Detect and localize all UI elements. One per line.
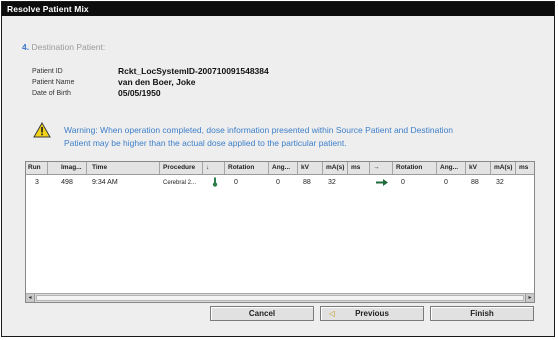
col-angulation-lateral[interactable]: Ang... [438, 162, 466, 174]
table-row[interactable]: 3 498 9:34 AM Cerebral 2... 0 0 88 32 0 … [26, 177, 534, 189]
cell-ms-lateral [518, 177, 533, 189]
cell-run: 3 [35, 179, 39, 186]
cell-kv-lateral: 88 [471, 179, 479, 186]
col-run[interactable]: Run [26, 162, 48, 174]
thermometer-icon [204, 177, 225, 189]
col-kv-lateral[interactable]: kV [467, 162, 491, 174]
scroll-left-icon[interactable]: ◂ [26, 294, 35, 302]
cell-mas-frontal: 32 [328, 179, 336, 186]
cell-rotation-frontal: 0 [234, 179, 238, 186]
cell-kv-frontal: 88 [303, 179, 311, 186]
col-frontal[interactable]: ↓ [204, 162, 225, 174]
col-kv-frontal[interactable]: kV [299, 162, 323, 174]
col-rotation-lateral[interactable]: Rotation [394, 162, 437, 174]
col-angulation-frontal[interactable]: Ang... [270, 162, 298, 174]
runs-table[interactable]: Run Imag... Time Procedure ↓ Rotation An… [25, 161, 535, 303]
patient-name-value: van den Boer, Joke [118, 77, 196, 87]
step-number: 4. [22, 42, 30, 52]
cell-rotation-lateral: 0 [401, 179, 405, 186]
cancel-button[interactable]: Cancel [210, 306, 314, 321]
finish-button[interactable]: Finish [430, 306, 534, 321]
previous-button[interactable]: ◁ Previous [320, 306, 424, 321]
previous-arrow-icon: ◁ [329, 309, 336, 318]
col-mas-lateral[interactable]: mA(s) [492, 162, 516, 174]
cell-mas-lateral: 32 [496, 179, 504, 186]
col-images[interactable]: Imag... [59, 162, 87, 174]
warning-triangle-icon [33, 122, 51, 138]
col-ms-frontal[interactable]: ms [349, 162, 370, 174]
previous-button-label: Previous [355, 309, 389, 318]
scrollbar-thumb[interactable] [36, 295, 524, 301]
dose-warning-text: Warning: When operation completed, dose … [64, 125, 454, 148]
window-title: Resolve Patient Mix [2, 2, 554, 16]
col-mas-frontal[interactable]: mA(s) [324, 162, 348, 174]
horizontal-scrollbar[interactable]: ◂ ▸ [26, 293, 534, 302]
scroll-right-icon[interactable]: ▸ [525, 294, 534, 302]
cell-images: 498 [61, 179, 73, 186]
table-header: Run Imag... Time Procedure ↓ Rotation An… [26, 162, 534, 175]
cell-time: 9:34 AM [92, 179, 118, 186]
col-procedure[interactable]: Procedure [161, 162, 203, 174]
col-lateral[interactable]: → [371, 162, 393, 174]
col-rotation-frontal[interactable]: Rotation [226, 162, 269, 174]
cell-angulation-frontal: 0 [276, 179, 280, 186]
date-of-birth-value: 05/05/1950 [118, 88, 161, 98]
col-ms-lateral[interactable]: ms [517, 162, 534, 174]
patient-id-label: Patient ID [32, 68, 63, 75]
col-time[interactable]: Time [90, 162, 160, 174]
cell-procedure: Cerebral 2... [163, 180, 197, 186]
cell-ms-frontal [351, 177, 369, 189]
right-arrow-icon [371, 177, 393, 189]
cell-angulation-lateral: 0 [444, 179, 448, 186]
resolve-patient-mix-dialog: Resolve Patient Mix 4. Destination Patie… [1, 1, 555, 337]
step-title: Destination Patient: [31, 42, 106, 52]
patient-name-label: Patient Name [32, 79, 75, 86]
date-of-birth-label: Date of Birth [32, 90, 71, 97]
patient-id-value: Rckt_LocSystemID-200710091548384 [118, 66, 269, 76]
step-header: 4. Destination Patient: [22, 42, 105, 52]
